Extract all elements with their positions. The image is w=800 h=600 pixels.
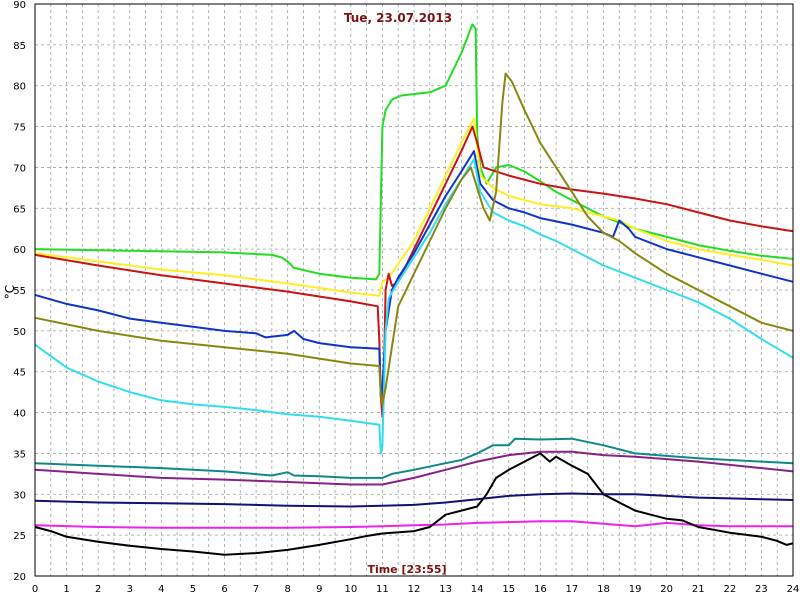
- y-tick-label: 85: [13, 41, 26, 52]
- x-tick-label: 16: [534, 584, 547, 595]
- x-tick-label: 22: [723, 584, 736, 595]
- temperature-line-chart: 0 1 2 3 4 5 6 7 8 9 10 11 12 13 14 15 16 17 18 19 20 21 22 23 24…: [3, 0, 800, 595]
- x-tick-label: 4: [158, 584, 164, 595]
- x-tick-label: 19: [629, 584, 642, 595]
- x-tick-label: 3: [127, 584, 133, 595]
- y-axis-title: °C: [3, 285, 17, 299]
- y-tick-label: 40: [13, 409, 26, 420]
- x-tick-label: 18: [597, 584, 610, 595]
- x-tick-label: 21: [692, 584, 705, 595]
- x-tick-label: 8: [284, 584, 290, 595]
- x-tick-label: 23: [755, 584, 768, 595]
- x-tick-label: 20: [660, 584, 673, 595]
- y-tick-label: 60: [13, 245, 26, 256]
- y-tick-label: 65: [13, 204, 26, 215]
- x-tick-label: 9: [316, 584, 322, 595]
- y-tick-label: 50: [13, 327, 26, 338]
- y-tick-label: 70: [13, 163, 26, 174]
- y-tick-label: 30: [13, 490, 26, 501]
- x-tick-label: 5: [190, 584, 196, 595]
- x-tick-label: 12: [408, 584, 421, 595]
- y-tick-label: 80: [13, 82, 26, 93]
- x-tick-labels: 0 1 2 3 4 5 6 7 8 9 10 11 12 13 14 15 16 17 18 19 20 21 22 23 24: [32, 584, 800, 595]
- x-tick-label: 7: [253, 584, 259, 595]
- y-tick-label: 90: [13, 0, 26, 11]
- x-tick-label: 6: [221, 584, 227, 595]
- x-tick-label: 15: [502, 584, 515, 595]
- x-tick-label: 11: [376, 584, 389, 595]
- x-tick-label: 24: [787, 584, 800, 595]
- x-tick-label: 13: [439, 584, 452, 595]
- y-tick-label: 35: [13, 449, 26, 460]
- x-tick-label: 1: [63, 584, 69, 595]
- y-tick-label: 75: [13, 123, 26, 134]
- x-tick-label: 14: [471, 584, 484, 595]
- y-tick-label: 25: [13, 531, 26, 542]
- x-axis-title: Time [23:55]: [367, 563, 446, 576]
- x-tick-label: 10: [344, 584, 357, 595]
- y-tick-label: 20: [13, 572, 26, 583]
- x-tick-label: 2: [95, 584, 101, 595]
- x-tick-label: 0: [32, 584, 38, 595]
- x-tick-label: 17: [566, 584, 579, 595]
- chart-title: Tue, 23.07.2013: [344, 11, 452, 25]
- y-tick-label: 45: [13, 368, 26, 379]
